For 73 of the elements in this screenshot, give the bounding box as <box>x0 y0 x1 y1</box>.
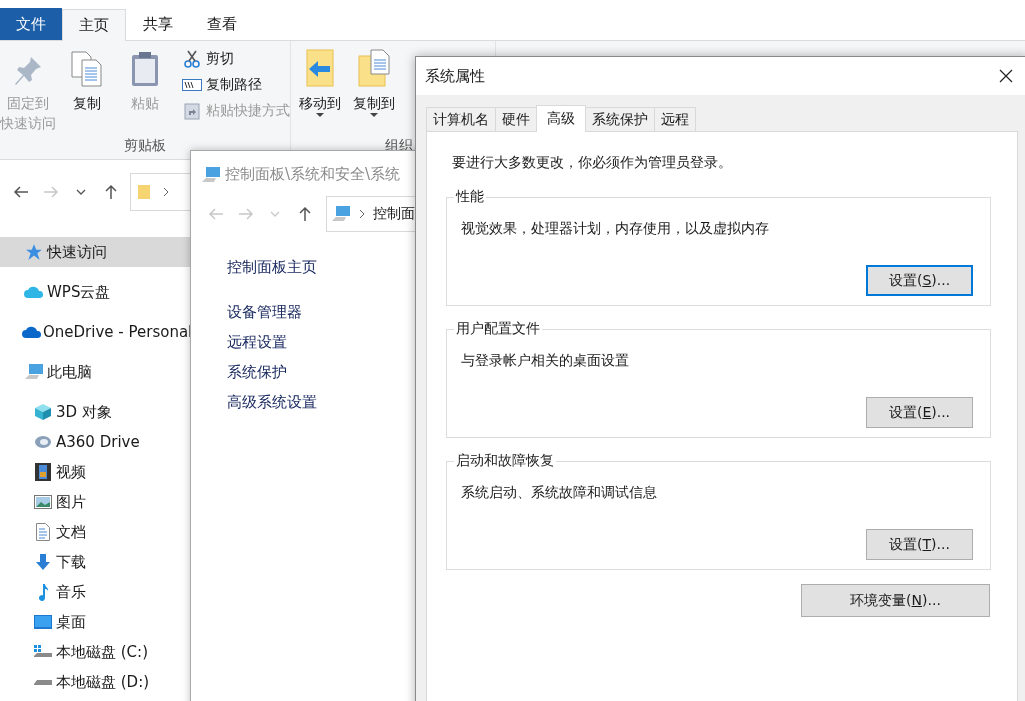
group-title: 性能 <box>454 188 485 206</box>
chevron-down-icon <box>76 189 86 195</box>
sidebar-item[interactable]: 3D 对象 <box>0 397 190 427</box>
tab[interactable]: 远程 <box>654 107 696 131</box>
sidebar-item[interactable]: 本地磁盘 (D:) <box>0 667 190 697</box>
settings-button[interactable]: 设置(T)... <box>866 529 973 560</box>
up-icon <box>299 206 312 222</box>
shortcut-icon <box>184 102 200 120</box>
ribbon-button[interactable]: 复制路径 <box>182 73 290 97</box>
up-icon <box>105 184 117 200</box>
star-icon <box>25 243 43 261</box>
music-icon <box>37 583 49 601</box>
download-icon <box>35 553 51 571</box>
ribbon-tab[interactable]: 查看 <box>190 8 254 40</box>
sidebar-item[interactable]: 视频 <box>0 457 190 487</box>
folder-document-icon <box>357 49 391 87</box>
pin-icon <box>13 55 43 87</box>
settings-button[interactable]: 设置(E)... <box>866 397 973 428</box>
forward-icon <box>237 208 254 220</box>
notice-text: 要进行大多数更改，你必须作为管理员登录。 <box>452 154 733 172</box>
ribbon-tab[interactable]: 文件 <box>0 8 62 40</box>
forward-icon <box>43 186 59 198</box>
group-description: 系统启动、系统故障和调试信息 <box>461 484 658 502</box>
sidebar-item[interactable]: 下载 <box>0 547 190 577</box>
tab[interactable]: 高级 <box>536 105 586 132</box>
sidebar-item[interactable]: 本地磁盘 (C:) <box>0 637 190 667</box>
group-description: 与登录帐户相关的桌面设置 <box>461 352 630 370</box>
ribbon-button[interactable]: 复制到 <box>349 47 399 137</box>
cloud-icon <box>24 285 44 299</box>
ribbon-tab[interactable]: 主页 <box>62 9 126 41</box>
computer-icon <box>24 363 44 381</box>
ribbon-tab[interactable]: 共享 <box>126 8 190 40</box>
group-description: 视觉效果，处理器计划，内存使用，以及虚拟内存 <box>461 220 770 238</box>
chevron-down-icon <box>270 211 281 217</box>
scissors-icon <box>184 50 200 68</box>
sidebar-item[interactable]: A360 Drive <box>0 427 190 457</box>
group-label: 剪贴板 <box>123 137 167 155</box>
swirl-icon <box>34 435 52 449</box>
settings-button[interactable]: 设置(S)... <box>866 265 973 296</box>
ribbon-button[interactable]: 剪切 <box>182 47 290 71</box>
copy-icon <box>71 51 103 87</box>
computer-icon <box>331 205 351 223</box>
chevron-right-icon <box>359 209 365 219</box>
desktop-icon <box>34 615 52 629</box>
drive-icon <box>33 644 53 660</box>
cube-icon <box>34 403 52 421</box>
back-icon <box>13 186 29 198</box>
film-icon <box>35 463 51 481</box>
path-icon <box>182 79 202 91</box>
sidebar-item[interactable]: 桌面 <box>0 607 190 637</box>
back-icon <box>207 208 224 220</box>
sidebar-item[interactable]: 此电脑 <box>0 357 190 387</box>
image-icon <box>34 495 52 509</box>
tab[interactable]: 计算机名 <box>426 107 496 131</box>
group-title: 启动和故障恢复 <box>455 452 555 470</box>
environment-variables-button[interactable]: 环境变量(N)... <box>801 584 990 617</box>
window-title: 控制面板\系统和安全\系统 <box>225 165 401 184</box>
sidebar-item[interactable]: WPS云盘 <box>0 277 190 307</box>
ribbon-button[interactable]: 复制 <box>60 47 114 137</box>
computer-icon <box>201 165 221 184</box>
clipboard-icon <box>131 51 159 87</box>
group-title: 用户配置文件 <box>455 320 541 338</box>
ribbon-button[interactable]: 移动到 <box>295 47 345 137</box>
document-icon <box>36 523 50 541</box>
sidebar-item[interactable]: 音乐 <box>0 577 190 607</box>
chevron-right-icon <box>163 187 169 197</box>
sidebar-item[interactable]: 文档 <box>0 517 190 547</box>
sidebar-item[interactable]: 图片 <box>0 487 190 517</box>
sidebar-item[interactable]: 快速访问 <box>0 237 190 267</box>
close-icon <box>999 69 1013 83</box>
folder-icon <box>137 184 151 200</box>
cloud-icon <box>22 325 42 339</box>
window-title: 系统属性 <box>425 66 485 86</box>
